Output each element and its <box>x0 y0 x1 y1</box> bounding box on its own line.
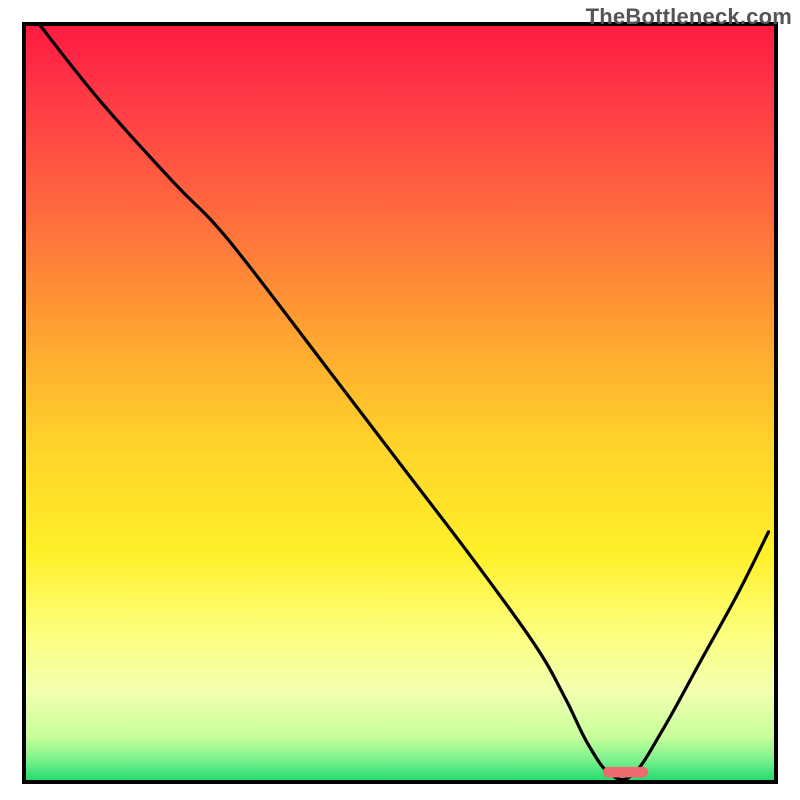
bottleneck-chart <box>0 0 800 800</box>
gradient-background <box>24 24 776 782</box>
chart-stage: TheBottleneck.com <box>0 0 800 800</box>
watermark-text: TheBottleneck.com <box>586 4 792 30</box>
optimal-range-marker <box>603 767 648 778</box>
